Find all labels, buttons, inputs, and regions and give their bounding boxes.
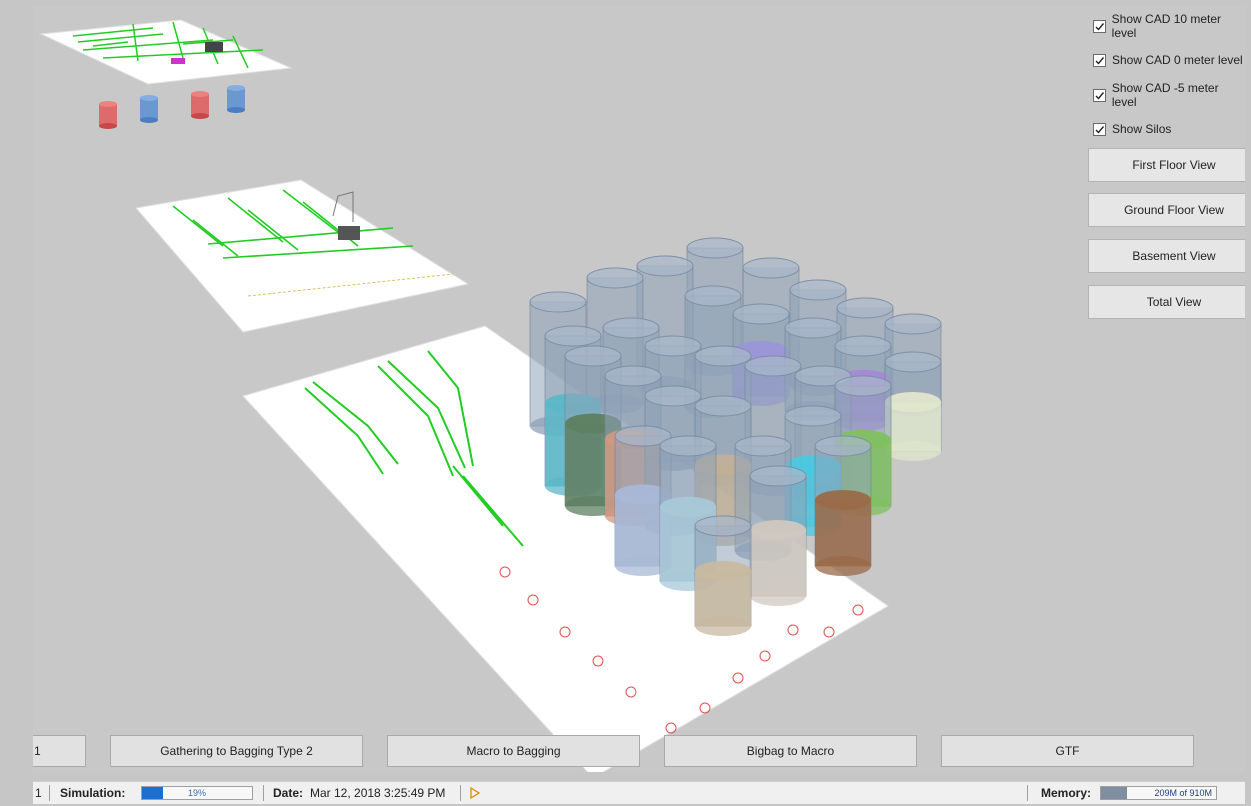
simulation-progress-text: 19% [187,788,206,798]
checkbox-icon[interactable] [1093,88,1106,102]
simulation-label: Simulation: [60,786,126,800]
option-show-cad-10m[interactable]: Show CAD 10 meter level [1093,12,1245,40]
cad-plane-0m [135,179,470,333]
small-silo-blue-2 [227,85,245,113]
silo[interactable] [884,351,942,461]
status-bar: 1 Simulation: 19% Date: Mar 12, 2018 3:2… [33,781,1245,804]
memory-label: Memory: [1041,786,1092,800]
gtf-button[interactable]: GTF [941,735,1194,767]
option-show-cad-0m[interactable]: Show CAD 0 meter level [1093,50,1243,70]
cad-plane-10m [39,19,293,85]
date-value: Mar 12, 2018 3:25:49 PM [310,786,446,800]
option-show-silos[interactable]: Show Silos [1093,119,1171,139]
small-silo-blue-1 [140,95,158,123]
memory-text: 209M of 910M [1154,788,1212,798]
gathering-to-bagging-type2-button[interactable]: Gathering to Bagging Type 2 [110,735,363,767]
simulation-progress-bar: 19% [141,786,253,800]
run-indicator-icon[interactable] [469,782,481,804]
status-separator [263,785,264,801]
cad-dark-block [205,42,223,52]
option-show-cad-minus5m[interactable]: Show CAD -5 meter level [1093,81,1245,109]
3d-viewport[interactable]: Show CAD 10 meter level Show CAD 0 meter… [33,6,1245,772]
checkbox-icon[interactable] [1093,53,1106,67]
status-separator [460,785,461,801]
date-label: Date: [273,786,304,800]
status-separator [1027,785,1028,801]
basement-view-button[interactable]: Basement View [1088,239,1245,273]
cad-structure-0m [338,226,360,240]
option-label: Show Silos [1112,122,1172,136]
option-label: Show CAD -5 meter level [1111,81,1219,109]
silo[interactable] [694,515,752,636]
option-label: Show CAD 0 meter level [1112,53,1243,67]
first-floor-view-button[interactable]: First Floor View [1088,148,1245,182]
option-label: Show CAD 10 meter level [1111,12,1222,40]
small-silo-red-2 [191,91,209,119]
status-separator [49,785,50,801]
cad-magenta-block [171,58,185,64]
bigbag-to-macro-button[interactable]: Bigbag to Macro [664,735,917,767]
memory-bar: 209M of 910M [1100,786,1217,800]
silo[interactable] [814,435,872,576]
silo[interactable] [749,465,807,606]
ground-floor-view-button[interactable]: Ground Floor View [1088,193,1245,227]
checkbox-icon[interactable] [1093,19,1106,33]
status-index: 1 [35,786,42,800]
application-window: Show CAD 10 meter level Show CAD 0 meter… [0,0,1251,806]
small-silo-red-1 [99,101,117,129]
bottom-button-1[interactable]: 1 [33,735,86,767]
macro-to-bagging-button[interactable]: Macro to Bagging [387,735,640,767]
checkbox-icon[interactable] [1093,122,1106,136]
total-view-button[interactable]: Total View [1088,285,1245,319]
3d-scene[interactable] [33,6,1245,772]
